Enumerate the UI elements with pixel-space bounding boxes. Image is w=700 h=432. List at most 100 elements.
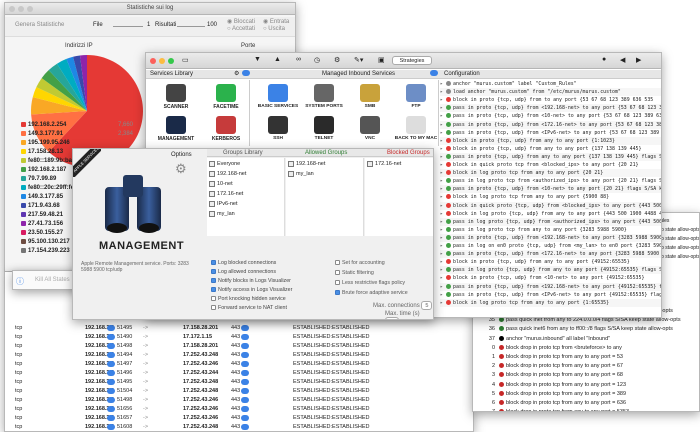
settings-icon[interactable]: ⚙ (234, 70, 239, 77)
gear-icon[interactable]: ⚙ (334, 56, 340, 64)
right-option[interactable]: Less restrictive flags policy (335, 279, 433, 287)
radio-accettati[interactable]: ○ Accettati (227, 26, 255, 32)
option-checkbox[interactable]: Forward service to NAT client (211, 304, 341, 312)
info-icon[interactable] (430, 70, 438, 76)
blocked-groups-list[interactable]: 172.16-net (365, 158, 433, 236)
radio-bloccati[interactable]: ◉ Bloccati (227, 18, 255, 25)
config-rule-line[interactable]: ▸ block in log proto {tcp, udp} from any … (440, 209, 661, 218)
ip-legend-row[interactable]: 195.199.95.246 (5, 139, 135, 147)
book-icon[interactable]: ▭ (182, 56, 189, 64)
state-row[interactable]: tcp 192.168.2.2 51608 17.252.43.248 443 ESTAB… (5, 423, 473, 431)
config-rule-line[interactable]: ▸ block in log proto tcp from any to any … (440, 298, 661, 307)
checkbox-icon[interactable] (211, 269, 216, 275)
rule-line[interactable]: 4 block drop in proto tcp from any to any… (473, 381, 699, 389)
config-rule-line[interactable]: ▸ block in proto {tcp, udp} from to any p… (440, 96, 661, 105)
library-service-item[interactable]: KERBEROS (204, 116, 248, 142)
config-rule-line[interactable]: ▸ block in proto {tcp, udp} from any to a… (440, 258, 661, 267)
right-option[interactable]: Static filtering (335, 269, 433, 277)
config-rule-line[interactable]: ▸ pass in proto {tcp, udp} from <10-net> … (440, 185, 661, 194)
group-item[interactable]: IPv6-net (209, 200, 284, 208)
managed-service-item[interactable]: SSH (255, 116, 301, 141)
managed-service-item[interactable]: BACK TO MY MAC (393, 116, 439, 141)
back-icon[interactable]: ◀ (620, 56, 625, 64)
max-time-field[interactable]: 30 (385, 317, 400, 319)
checkbox-icon[interactable] (335, 280, 340, 286)
ip-legend-row[interactable]: 149.3.177.91 2,384 (5, 130, 135, 138)
managed-service-item[interactable]: VNC (347, 116, 393, 141)
group-item[interactable]: 10-net (209, 180, 284, 188)
expand-arrow-icon[interactable]: ▸ (440, 177, 446, 185)
right-option[interactable]: Set for accounting (335, 259, 433, 267)
rule-line[interactable]: 7 block drop in proto tcp from any to any… (473, 408, 699, 411)
expand-arrow-icon[interactable]: ▸ (440, 112, 446, 120)
rule-line[interactable]: 37 anchor "murus.inbound" all label "Inbo… (473, 335, 699, 343)
group-item[interactable]: my_lan (288, 170, 363, 178)
kill-states-label[interactable]: Kill All States (35, 277, 70, 283)
checkbox-icon[interactable] (335, 270, 340, 276)
config-rule-line[interactable]: ▸ block in proto {tcp, udp} from <10-net>… (440, 274, 661, 283)
checkbox-icon[interactable] (211, 305, 216, 311)
group-item[interactable]: Everyone (209, 160, 284, 168)
config-rule-line[interactable]: ▸ pass in proto {tcp, udp} from <172.16-n… (440, 120, 661, 129)
ip-legend-row[interactable]: 192.168.2.254 7,660 (5, 121, 135, 129)
group-item[interactable]: 172.16-net (209, 190, 284, 198)
rule-line[interactable]: 3 block drop in proto tcp from any to any… (473, 371, 699, 379)
config-rule-line[interactable]: ▸ anchor "murus.custom" label "Custom_Rul… (440, 80, 661, 88)
config-rule-line[interactable]: ▸ block in quick proto tcp from <blocked_… (440, 161, 661, 169)
right-option[interactable]: Brute force adaptive service (335, 289, 433, 297)
radio-uscita[interactable]: ○ Uscita (263, 26, 285, 32)
library-service-item[interactable]: SCANNER (154, 84, 198, 110)
state-row[interactable]: tcp 192.168.2.2 51496 17.252.43.244 443 ESTAB… (5, 369, 473, 377)
config-rule-line[interactable]: ▸ pass in proto {tcp, udp} from <192.168-… (440, 104, 661, 113)
managed-service-item[interactable]: TELNET (301, 116, 347, 141)
checkbox-icon[interactable] (211, 278, 216, 284)
config-rule-line[interactable]: ▸ block in log proto tcp from any to any … (440, 193, 661, 202)
rule-line[interactable]: 1 block drop in proto tcp from any to any… (473, 353, 699, 361)
config-rule-line[interactable]: ▸ block in quick proto {tcp, udp} from <b… (440, 201, 661, 210)
config-rule-line[interactable]: ▸ pass in log on en0 proto {tcp, udp} fro… (440, 242, 661, 250)
checkbox-icon[interactable] (335, 290, 340, 296)
clock-icon[interactable]: ◷ (314, 56, 320, 64)
config-rule-line[interactable]: ▸ pass in proto {tcp, udp} from <192.168-… (440, 282, 661, 291)
rule-line[interactable]: 36 pass quick inet6 from any to ff00::/8 … (473, 325, 699, 333)
file-slider[interactable] (113, 26, 143, 27)
info-icon[interactable] (242, 70, 250, 76)
config-rule-line[interactable]: ▸ pass in proto {tcp, udp} from <IPv6-net… (440, 128, 661, 137)
state-row[interactable]: tcp 192.168.2.2 51495 17.252.43.248 443 ESTAB… (5, 378, 473, 386)
state-row[interactable]: tcp 192.168.2.2 51494 17.252.43.248 443 ESTAB… (5, 351, 473, 359)
max-connections-field[interactable]: 5 (421, 301, 433, 310)
option-checkbox[interactable]: Log allowed connections (211, 268, 341, 276)
expand-arrow-icon[interactable]: ▸ (440, 274, 446, 282)
expand-arrow-icon[interactable]: ▸ (440, 266, 446, 274)
config-rule-line[interactable]: ▸ pass in log proto {tcp, udp} from <auth… (440, 217, 661, 226)
filter-down-icon[interactable]: ▼ (254, 56, 261, 63)
allowed-groups-list[interactable]: 192.168-net my_lan (286, 158, 364, 236)
checkbox-icon[interactable] (211, 260, 216, 266)
rule-line[interactable]: 2 block drop in proto tcp from any to any… (473, 362, 699, 370)
option-checkbox[interactable]: Log blocked connections (211, 259, 341, 267)
expand-arrow-icon[interactable]: ▸ (440, 193, 446, 201)
rule-line[interactable]: 5 block drop in proto tcp from any to any… (473, 390, 699, 398)
state-row[interactable]: tcp 192.168.2.2 51498 17.252.43.246 443 ESTAB… (5, 396, 473, 404)
checkbox-icon[interactable] (211, 296, 216, 302)
rule-line[interactable]: 6 block drop in proto tcp from any to any… (473, 399, 699, 407)
config-rule-line[interactable]: ▸ pass in log proto tcp from any to any p… (440, 225, 661, 234)
config-rule-line[interactable]: ▸ pass in proto {tcp, udp} from <10-net> … (440, 112, 661, 121)
generate-stats-button[interactable]: Genera Statistiche (15, 22, 64, 28)
state-row[interactable]: tcp 192.168.2.2 51490 17.172.1.15 443 ESTABLI… (5, 333, 473, 341)
rule-line[interactable]: 0 block drop in proto tcp from <bruteforc… (473, 344, 699, 352)
config-rule-line[interactable]: ▸ load anchor "murus.custom" from "/etc/m… (440, 88, 661, 97)
config-rule-line[interactable]: ▸ block in proto {tcp, udp} from any to a… (440, 144, 661, 153)
option-checkbox[interactable]: Port knocking hidden service (211, 295, 341, 303)
forward-icon[interactable]: ▶ (636, 56, 641, 64)
config-rule-line[interactable]: ▸ block in log proto tcp from any to any … (440, 169, 661, 178)
strategies-button[interactable]: Strategies (392, 56, 432, 65)
checkbox-icon[interactable] (211, 287, 216, 293)
library-service-item[interactable]: MANAGEMENT (154, 116, 198, 142)
option-checkbox[interactable]: Notify access in Logs Visualizer (211, 286, 341, 294)
managed-service-item[interactable]: BASIC SERVICES (255, 84, 301, 109)
config-rule-line[interactable]: ▸ pass in log proto tcp from <authorized_… (440, 177, 661, 186)
expand-arrow-icon[interactable]: ▸ (440, 185, 446, 193)
window-controls[interactable] (150, 58, 174, 64)
state-row[interactable]: tcp 192.168.2.2 51504 17.252.43.248 443 ESTAB… (5, 387, 473, 395)
